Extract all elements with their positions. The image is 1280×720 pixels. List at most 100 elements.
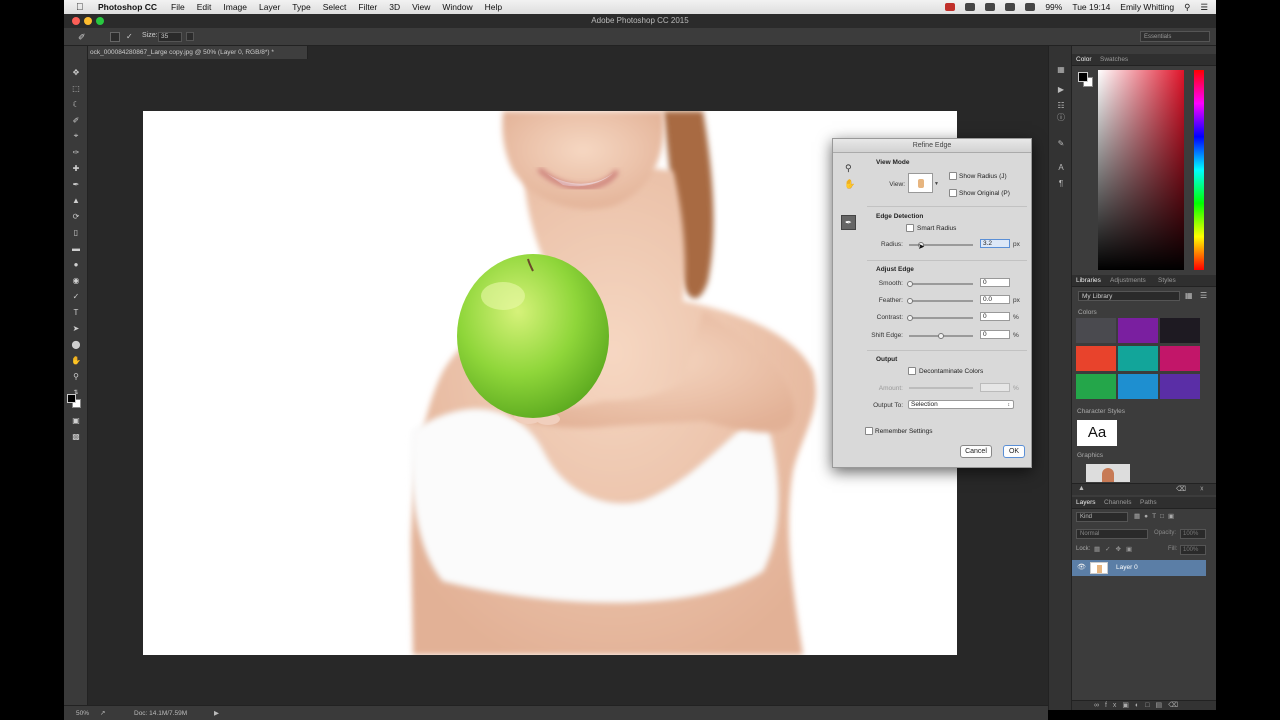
pen-tool-icon[interactable]: ✓: [69, 290, 83, 302]
clock[interactable]: Tue 19:14: [1072, 2, 1110, 12]
battery-percent[interactable]: 99%: [1045, 2, 1062, 12]
menu-help[interactable]: Help: [485, 2, 502, 12]
library-select[interactable]: My Library: [1078, 291, 1180, 301]
library-swatch[interactable]: [1160, 318, 1200, 343]
view-dropdown-icon[interactable]: ▼: [934, 181, 939, 187]
tab-swatches[interactable]: Swatches: [1100, 56, 1128, 63]
brush-presets-icon[interactable]: ✎: [1055, 138, 1067, 150]
layers-footer-icons[interactable]: ∞fx▣◐□▤⌫: [1094, 701, 1184, 709]
feather-field[interactable]: 0.0: [980, 295, 1010, 304]
ok-button[interactable]: OK: [1003, 445, 1025, 458]
quick-selection-tool-icon[interactable]: ✐: [78, 32, 86, 43]
feather-slider[interactable]: [907, 298, 973, 304]
menu-app-name[interactable]: Photoshop CC: [98, 2, 157, 12]
color-field[interactable]: [1098, 70, 1184, 270]
status-app-icon[interactable]: [945, 3, 956, 11]
menu-3d[interactable]: 3D: [389, 2, 400, 12]
type-tool-icon[interactable]: T: [69, 306, 83, 318]
graphic-thumbnail[interactable]: [1086, 464, 1130, 482]
apple-icon[interactable]: : [76, 2, 92, 13]
opacity-field[interactable]: 100%: [1180, 529, 1206, 539]
foreground-color-chip[interactable]: [1078, 72, 1088, 82]
menu-select[interactable]: Select: [323, 2, 347, 12]
quick-mask-icon[interactable]: ▣: [69, 414, 83, 426]
zoom-window-button[interactable]: [96, 17, 104, 25]
library-swatch[interactable]: [1160, 346, 1200, 371]
shift-edge-slider[interactable]: [909, 333, 973, 339]
dodge-tool-icon[interactable]: ◉: [69, 274, 83, 286]
library-delete-icon[interactable]: ☓: [1200, 485, 1204, 493]
menu-window[interactable]: Window: [442, 2, 472, 12]
menu-view[interactable]: View: [412, 2, 430, 12]
tab-color[interactable]: Color: [1076, 56, 1092, 63]
show-original-checkbox[interactable]: [949, 189, 957, 197]
minimize-window-button[interactable]: [84, 17, 92, 25]
menu-layer[interactable]: Layer: [259, 2, 280, 12]
grid-view-icon[interactable]: ▦: [1185, 291, 1193, 300]
marquee-tool-icon[interactable]: ⬚: [69, 82, 83, 94]
gradient-tool-icon[interactable]: ▬: [69, 242, 83, 254]
healing-brush-tool-icon[interactable]: ✚: [69, 162, 83, 174]
move-tool-icon[interactable]: ✥: [69, 66, 83, 78]
layer-row[interactable]: 👁 Layer 0: [1072, 560, 1206, 576]
hand-tool-icon[interactable]: ✋: [69, 354, 83, 366]
eyedropper-tool-icon[interactable]: ✑: [69, 146, 83, 158]
notification-center-icon[interactable]: ☰: [1200, 2, 1208, 13]
spotlight-icon[interactable]: ⚲: [1184, 2, 1190, 13]
smooth-slider[interactable]: [907, 281, 973, 287]
tab-adjustments[interactable]: Adjustments: [1110, 277, 1146, 284]
library-trash-icon[interactable]: ⌫: [1176, 485, 1186, 493]
library-swatch[interactable]: [1160, 374, 1200, 399]
decontaminate-checkbox[interactable]: [908, 367, 916, 375]
new-selection-brush-icon[interactable]: [110, 32, 120, 42]
library-add-icon[interactable]: ▲: [1078, 485, 1085, 492]
tab-layers[interactable]: Layers: [1076, 499, 1096, 506]
tab-paths[interactable]: Paths: [1140, 499, 1157, 506]
paragraph-panel-icon[interactable]: ¶: [1055, 178, 1067, 190]
size-field[interactable]: 35: [158, 32, 182, 42]
lasso-tool-icon[interactable]: ☾: [69, 98, 83, 110]
shift-edge-slider-thumb[interactable]: [938, 333, 944, 339]
share-icon[interactable]: ↗: [100, 709, 105, 717]
layer-name[interactable]: Layer 0: [1116, 564, 1138, 571]
library-swatch[interactable]: [1118, 346, 1158, 371]
output-to-select[interactable]: Selection ↕: [908, 400, 1014, 409]
info-panel-icon[interactable]: ⓘ: [1055, 112, 1067, 124]
blend-mode-select[interactable]: Normal: [1076, 529, 1148, 539]
history-brush-tool-icon[interactable]: ⟳: [69, 210, 83, 222]
menu-image[interactable]: Image: [223, 2, 247, 12]
wifi-icon[interactable]: [1025, 3, 1036, 11]
zoom-level[interactable]: 50%: [76, 710, 89, 717]
show-radius-checkbox[interactable]: [949, 172, 957, 180]
library-swatch[interactable]: [1118, 374, 1158, 399]
blur-tool-icon[interactable]: ●: [69, 258, 83, 270]
shift-edge-field[interactable]: 0: [980, 330, 1010, 339]
quick-selection-tool-icon[interactable]: ✐: [69, 114, 83, 126]
zoom-tool-icon[interactable]: ⚲: [845, 163, 852, 174]
eraser-tool-icon[interactable]: ▯: [69, 226, 83, 238]
crop-tool-icon[interactable]: ⌖: [69, 130, 83, 142]
close-window-button[interactable]: [72, 17, 80, 25]
lock-icons[interactable]: ▦✓✥▣: [1094, 545, 1137, 553]
tab-styles[interactable]: Styles: [1158, 277, 1176, 284]
status-cloud-icon[interactable]: [965, 3, 976, 11]
library-swatch[interactable]: [1118, 318, 1158, 343]
status-volume-icon[interactable]: [1005, 3, 1016, 11]
refine-radius-tool-icon[interactable]: ✒: [841, 215, 856, 230]
brush-tool-icon[interactable]: ✒: [69, 178, 83, 190]
remember-settings-checkbox[interactable]: [865, 427, 873, 435]
view-thumbnail[interactable]: [908, 173, 933, 193]
actions-panel-icon[interactable]: ▶: [1055, 84, 1067, 96]
visibility-eye-icon[interactable]: 👁: [1077, 563, 1086, 571]
layer-filter-icons[interactable]: ▦●T□▣: [1134, 512, 1178, 520]
screen-mode-icon[interactable]: ▩: [69, 430, 83, 442]
properties-panel-icon[interactable]: ☷: [1055, 100, 1067, 112]
feather-slider-thumb[interactable]: [907, 298, 913, 304]
layer-filter-kind[interactable]: Kind: [1076, 512, 1128, 522]
menu-file[interactable]: File: [171, 2, 185, 12]
clone-stamp-tool-icon[interactable]: ▲: [69, 194, 83, 206]
path-selection-tool-icon[interactable]: ➤: [69, 322, 83, 334]
smooth-slider-thumb[interactable]: [907, 281, 913, 287]
menu-filter[interactable]: Filter: [358, 2, 377, 12]
library-swatch[interactable]: [1076, 346, 1116, 371]
